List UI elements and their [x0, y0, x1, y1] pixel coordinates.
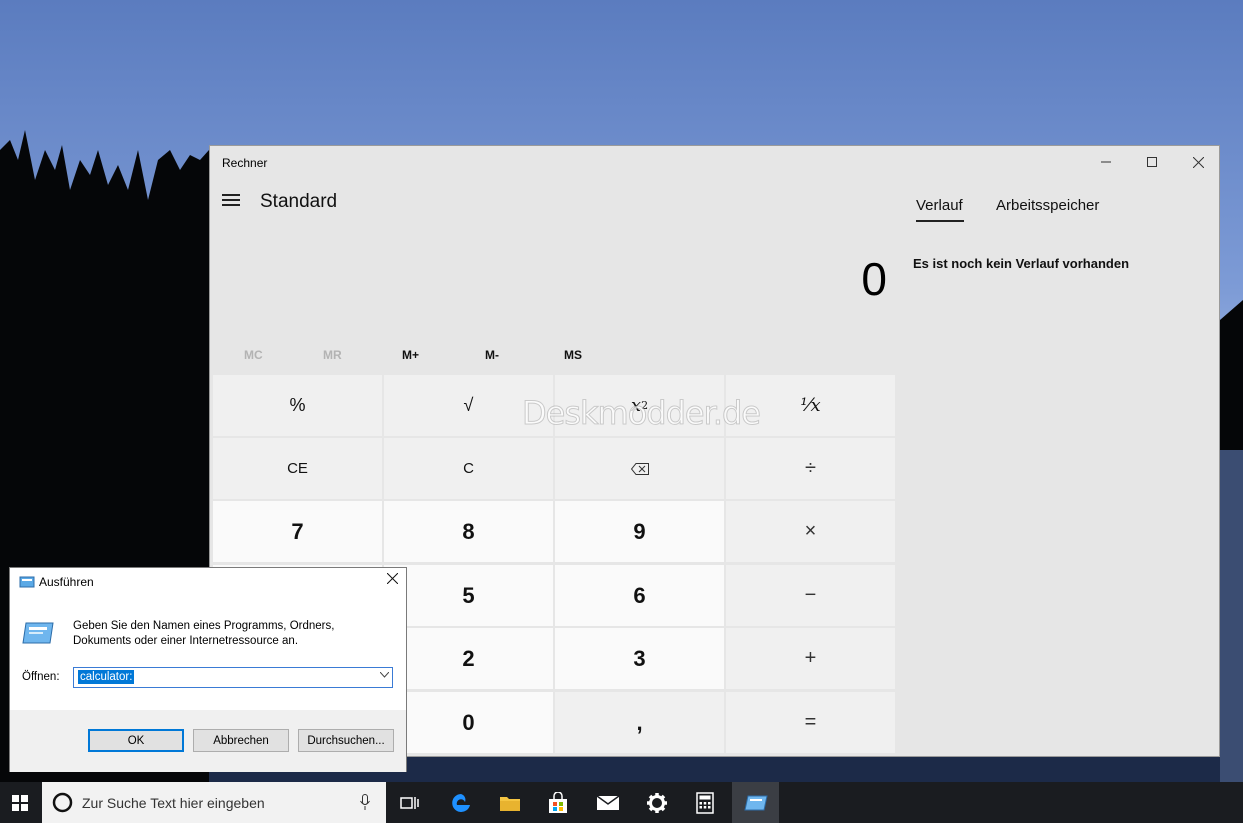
task-view-button[interactable]	[392, 782, 428, 823]
store-icon	[549, 791, 567, 813]
tab-memory[interactable]: Arbeitsspeicher	[996, 197, 1099, 214]
digit-7-button[interactable]: 7	[213, 501, 382, 562]
open-combobox[interactable]: calculator:	[73, 667, 393, 688]
window-title: Rechner	[222, 156, 268, 170]
decimal-button[interactable]: ,	[555, 692, 724, 753]
backspace-icon	[630, 462, 649, 475]
history-empty-message: Es ist noch kein Verlauf vorhanden	[913, 256, 1130, 271]
close-icon	[1192, 156, 1204, 168]
folder-icon	[500, 796, 520, 811]
minimize-icon	[1101, 161, 1111, 163]
run-icon	[743, 795, 768, 810]
close-icon	[386, 572, 399, 585]
store-button[interactable]	[540, 782, 576, 823]
watermark-text: Deskmodder.de	[522, 394, 762, 433]
microphone-icon[interactable]	[360, 794, 370, 811]
digit-6-button[interactable]: 6	[555, 565, 724, 626]
memory-subtract-button[interactable]: M-	[485, 348, 499, 362]
task-view-icon	[400, 796, 419, 809]
percent-button[interactable]: %	[213, 375, 382, 436]
multiply-button[interactable]: ×	[726, 501, 895, 562]
close-button[interactable]	[1175, 146, 1221, 178]
memory-store-button[interactable]: MS	[564, 348, 582, 362]
clear-button[interactable]: C	[384, 438, 553, 499]
calculator-icon	[696, 791, 714, 814]
digit-3-button[interactable]: 3	[555, 628, 724, 689]
memory-add-button[interactable]: M+	[402, 348, 419, 362]
calculator-taskbar-button[interactable]	[687, 782, 723, 823]
run-description-line1: Geben Sie den Namen eines Programms, Ord…	[73, 620, 335, 632]
run-dialog: Ausführen Geben Sie den Namen eines Prog…	[9, 567, 407, 772]
chevron-down-icon[interactable]	[379, 670, 390, 681]
ok-button[interactable]: OK	[88, 729, 184, 752]
taskbar: Zur Suche Text hier eingeben	[0, 782, 1243, 823]
cortana-icon	[52, 792, 73, 813]
maximize-icon	[1147, 157, 1157, 167]
calculator-titlebar[interactable]: Rechner	[210, 146, 1219, 178]
memory-recall-button[interactable]: MR	[323, 348, 342, 362]
digit-9-button[interactable]: 9	[555, 501, 724, 562]
mail-button[interactable]	[590, 782, 626, 823]
file-explorer-button[interactable]	[492, 782, 528, 823]
tab-history[interactable]: Verlauf	[916, 197, 963, 214]
mail-icon	[596, 794, 620, 810]
backspace-button[interactable]	[555, 438, 724, 499]
digit-0-button[interactable]: 0	[384, 692, 553, 753]
minimize-button[interactable]	[1083, 146, 1129, 178]
run-description-line2: Dokuments oder einer Internetressource a…	[73, 635, 299, 647]
run-program-icon	[22, 622, 54, 644]
add-button[interactable]: +	[726, 628, 895, 689]
digit-2-button[interactable]: 2	[384, 628, 553, 689]
gear-icon	[647, 792, 667, 813]
mode-title: Standard	[260, 191, 338, 212]
search-placeholder: Zur Suche Text hier eingeben	[82, 795, 265, 811]
run-dialog-title: Ausführen	[39, 575, 94, 589]
clear-entry-button[interactable]: CE	[213, 438, 382, 499]
settings-button[interactable]	[639, 782, 675, 823]
run-description: Geben Sie den Namen eines Programms, Ord…	[73, 619, 373, 649]
windows-start-icon	[12, 794, 28, 811]
run-close-button[interactable]	[386, 571, 399, 589]
run-icon	[19, 576, 35, 588]
edge-button[interactable]	[443, 782, 479, 823]
run-dialog-footer: OK Abbrechen Durchsuchen...	[10, 710, 406, 772]
hamburger-menu-icon[interactable]	[222, 194, 240, 208]
edge-icon	[452, 793, 470, 812]
subtract-button[interactable]: −	[726, 565, 895, 626]
digit-5-button[interactable]: 5	[384, 565, 553, 626]
cancel-button[interactable]: Abbrechen	[193, 729, 289, 752]
equals-button[interactable]: =	[726, 692, 895, 753]
result-display: 0	[861, 253, 887, 305]
digit-8-button[interactable]: 8	[384, 501, 553, 562]
memory-clear-button[interactable]: MC	[244, 348, 263, 362]
taskbar-search-box[interactable]: Zur Suche Text hier eingeben	[42, 782, 386, 823]
start-button[interactable]	[0, 782, 40, 823]
browse-button[interactable]: Durchsuchen...	[298, 729, 394, 752]
open-input-value[interactable]: calculator:	[78, 670, 135, 684]
divide-button[interactable]: ÷	[726, 438, 895, 499]
maximize-button[interactable]	[1129, 146, 1175, 178]
active-tab-indicator	[916, 220, 964, 222]
open-label: Öffnen:	[22, 671, 60, 683]
run-taskbar-button[interactable]	[732, 782, 779, 823]
